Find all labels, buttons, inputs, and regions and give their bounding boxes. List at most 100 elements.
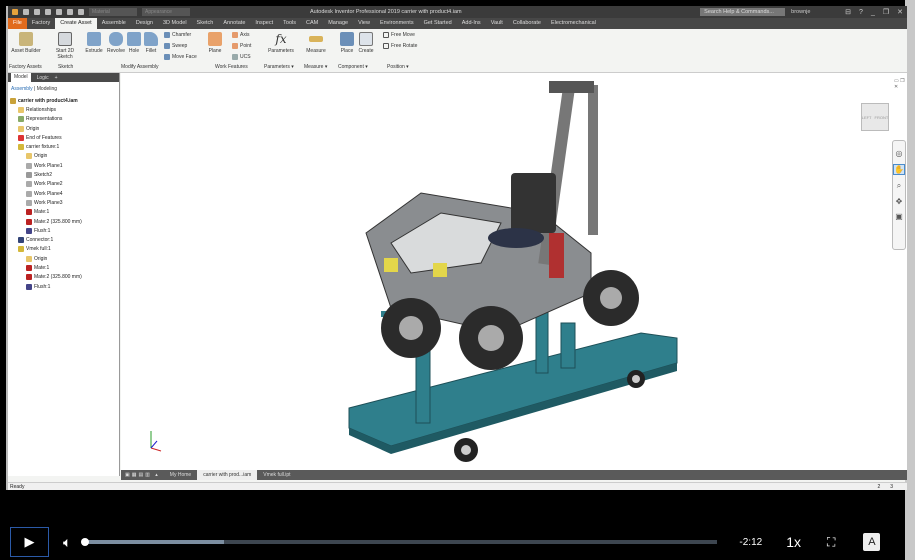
tree-item[interactable]: Mate:2 (325.800 mm) [8, 273, 119, 282]
tab-vault[interactable]: Vault [486, 18, 508, 29]
minimize-button[interactable]: _ [871, 9, 875, 16]
tree-item[interactable]: Work Plane1 [8, 161, 119, 170]
tree-item[interactable]: Mate:2 (325.800 mm) [8, 217, 119, 226]
look-at-icon[interactable]: ▣ [895, 212, 903, 221]
pan-icon[interactable]: ✋ [893, 164, 905, 175]
free-rotate-button[interactable]: Free Rotate [383, 43, 417, 49]
tab-factory[interactable]: Factory [27, 18, 55, 29]
tab-create-asset[interactable]: Create Asset [55, 18, 97, 29]
plane-button[interactable]: Plane [206, 32, 224, 54]
tab-tools[interactable]: Tools [278, 18, 301, 29]
tab-inspect[interactable]: Inspect [250, 18, 278, 29]
app-icon[interactable] [12, 9, 18, 15]
user-account[interactable]: brownje [791, 9, 841, 15]
tree-item[interactable]: Origin [8, 254, 119, 263]
tree-item[interactable]: carrier fixture:1 [8, 142, 119, 151]
open-icon[interactable] [34, 9, 40, 15]
sweep-button[interactable]: Sweep [164, 43, 187, 49]
parameters-button[interactable]: fx Parameters [266, 32, 296, 54]
help-icon[interactable]: ? [859, 9, 863, 16]
tab-manage[interactable]: Manage [323, 18, 353, 29]
captions-button[interactable]: A [863, 533, 881, 551]
ucs-button[interactable]: UCS [232, 54, 251, 60]
panel-parameters[interactable]: Parameters ▾ [264, 64, 294, 70]
measure-button[interactable]: Measure [304, 32, 328, 54]
tab-annotate[interactable]: Annotate [218, 18, 250, 29]
fillet-button[interactable]: Fillet [143, 32, 159, 54]
zoom-icon[interactable]: ⌕ [897, 181, 901, 191]
tab-cam[interactable]: CAM [301, 18, 323, 29]
search-input[interactable]: Search Help & Commands... [700, 8, 786, 16]
tree-item[interactable]: End of Features [8, 133, 119, 142]
progress-slider[interactable] [81, 538, 718, 546]
hole-button[interactable]: Hole [127, 32, 141, 54]
tab-logic[interactable]: Logic [37, 75, 49, 81]
modeling-mode[interactable]: Modeling [37, 86, 57, 92]
tree-item[interactable]: Flush:1 [8, 226, 119, 235]
document-tab[interactable]: Vmek full.ipt [257, 470, 296, 480]
panel-component[interactable]: Component ▾ [338, 64, 368, 70]
window-layout-icons[interactable]: ▣▦▤▥ ▴ [121, 472, 164, 478]
tab-add-ins[interactable]: Add-Ins [457, 18, 486, 29]
tab-collaborate[interactable]: Collaborate [508, 18, 546, 29]
tree-item[interactable]: Work Plane2 [8, 180, 119, 189]
assembly-mode[interactable]: Assembly [11, 86, 33, 92]
create-button[interactable]: Create [357, 32, 375, 54]
tab-view[interactable]: View [353, 18, 375, 29]
tree-item[interactable]: Mate:1 [8, 263, 119, 272]
tab-environments[interactable]: Environments [375, 18, 419, 29]
document-tab[interactable]: My Home [164, 470, 197, 480]
tree-item[interactable]: Representations [8, 115, 119, 124]
start-sketch-button[interactable]: Start 2D Sketch [52, 32, 78, 60]
viewcube-left[interactable]: LEFT [862, 115, 872, 120]
move-face-button[interactable]: Move Face [164, 54, 197, 60]
play-button[interactable]: ▶ [10, 527, 49, 557]
tree-item[interactable]: Work Plane4 [8, 189, 119, 198]
close-button[interactable]: ✕ [897, 8, 903, 16]
tree-item[interactable]: Origin [8, 152, 119, 161]
tree-item[interactable]: Work Plane3 [8, 198, 119, 207]
free-move-button[interactable]: Free Move [383, 32, 415, 38]
appearance-select[interactable]: Appearance [142, 8, 190, 16]
volume-icon[interactable]: 🔈︎ [63, 534, 71, 551]
tab-sketch[interactable]: Sketch [192, 18, 219, 29]
tree-item[interactable]: Relationships [8, 105, 119, 114]
material-select[interactable]: Material [89, 8, 137, 16]
tab-electromechanical[interactable]: Electromechanical [546, 18, 601, 29]
viewport-window-controls[interactable]: ▭ ❐ ✕ [894, 78, 907, 90]
tree-item[interactable]: Origin [8, 124, 119, 133]
tree-item[interactable]: Mate:1 [8, 208, 119, 217]
save-icon[interactable] [45, 9, 51, 15]
tab-design[interactable]: Design [131, 18, 158, 29]
viewcube-front[interactable]: FRONT [875, 115, 889, 120]
playback-speed-button[interactable]: 1x [786, 534, 801, 550]
tab-get-started[interactable]: Get Started [419, 18, 457, 29]
chamfer-button[interactable]: Chamfer [164, 32, 191, 38]
tree-item[interactable]: Flush:1 [8, 282, 119, 291]
document-tab[interactable]: carrier with prod...iam [197, 470, 258, 480]
viewcube[interactable]: LEFT FRONT [861, 103, 889, 131]
tab-model[interactable]: Model [11, 73, 31, 82]
undo-icon[interactable] [56, 9, 62, 15]
cart-icon[interactable]: ⊟ [845, 8, 851, 16]
tree-item[interactable]: carrier with product4.iam [8, 96, 119, 105]
tree-item[interactable]: Vmek full:1 [8, 245, 119, 254]
new-icon[interactable] [23, 9, 29, 15]
tab-3d-model[interactable]: 3D Model [158, 18, 192, 29]
axis-button[interactable]: Axis [232, 32, 249, 38]
point-button[interactable]: Point [232, 43, 251, 49]
home-icon[interactable] [78, 9, 84, 15]
progress-handle[interactable] [81, 538, 90, 546]
fullscreen-icon[interactable]: ⛶ [827, 535, 835, 550]
redo-icon[interactable] [67, 9, 73, 15]
asset-builder-button[interactable]: Asset Builder [10, 32, 42, 54]
panel-position[interactable]: Position ▾ [387, 64, 409, 70]
tab-assemble[interactable]: Assemble [97, 18, 131, 29]
add-tab-icon[interactable]: + [55, 75, 58, 81]
orbit-icon[interactable]: ✥ [896, 197, 903, 206]
revolve-button[interactable]: Revolve [106, 32, 126, 54]
steering-wheel-icon[interactable]: ◎ [896, 149, 903, 158]
tree-item[interactable]: Connector:1 [8, 235, 119, 244]
tab-file[interactable]: File [8, 18, 27, 29]
panel-measure[interactable]: Measure ▾ [304, 64, 327, 70]
